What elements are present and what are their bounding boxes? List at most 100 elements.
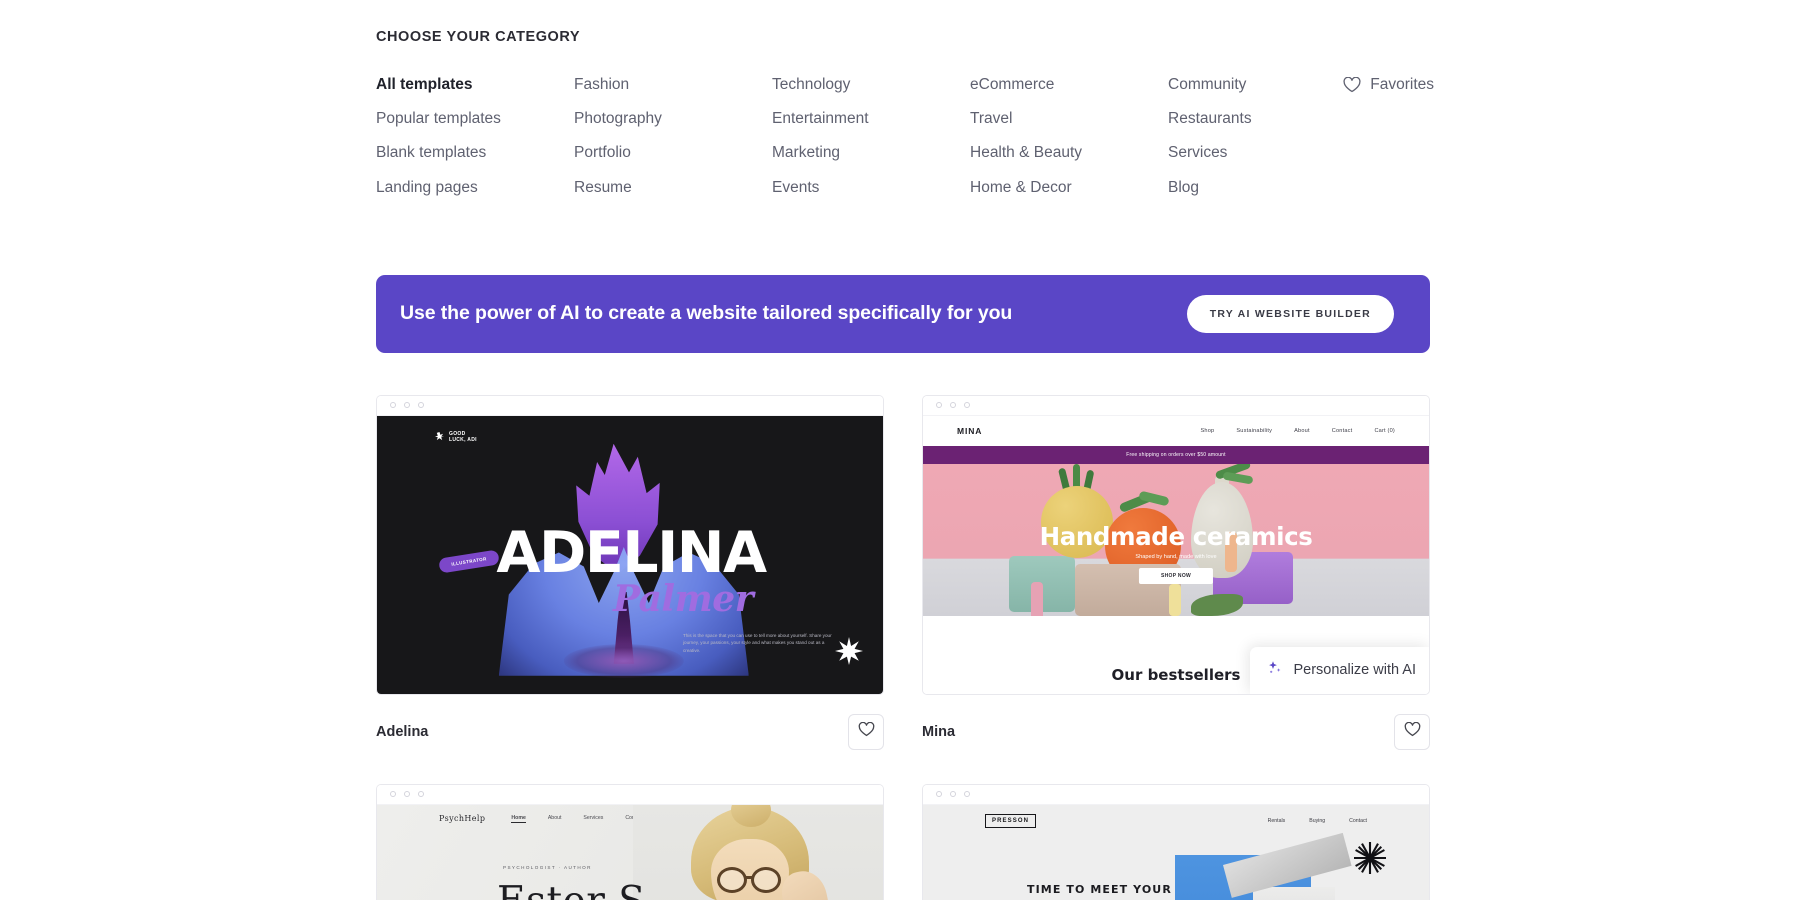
ester-nav-about: About <box>547 814 562 821</box>
adelina-logo-text: GOOD LUCK, ADI <box>449 430 477 443</box>
ester-logo: PsychHelp <box>439 814 486 824</box>
favorite-button-adelina[interactable] <box>848 713 884 750</box>
category-item-blog[interactable]: Blog <box>1168 171 1358 205</box>
template-card-mina[interactable]: MINA Shop Sustainability About Contact C… <box>922 394 1430 695</box>
mina-announcement-text: Free shipping on orders over $50 amount <box>1126 451 1226 458</box>
ester-nav-services: Services <box>583 814 604 821</box>
presson-logo: PRESSON <box>985 813 1037 828</box>
category-filter-grid: All templates Popular templates Blank te… <box>376 68 1434 205</box>
mina-nav-contact: Contact <box>1331 427 1353 434</box>
category-column-3: Technology Entertainment Marketing Event… <box>772 68 970 205</box>
ai-banner-message: Use the power of AI to create a website … <box>400 302 1013 325</box>
browser-chrome-bar <box>923 784 1429 805</box>
cart-icon-label: Cart (0) <box>1374 427 1395 434</box>
glow-shape <box>563 643 684 678</box>
adelina-first-name: ADELINA <box>496 519 767 586</box>
sparkle-icon <box>435 428 444 446</box>
category-column-4: eCommerce Travel Health & Beauty Home & … <box>970 68 1168 205</box>
category-item-services[interactable]: Services <box>1168 136 1358 170</box>
chrome-dot-icon <box>390 402 396 409</box>
category-item-blank-templates[interactable]: Blank templates <box>376 136 574 170</box>
presson-eyebrow: TIME TO MEET YOUR <box>1027 882 1172 896</box>
ester-eyebrow: PSYCHOLOGIST · AUTHOR <box>503 864 592 870</box>
category-item-ecommerce[interactable]: eCommerce <box>970 68 1168 102</box>
category-item-photography[interactable]: Photography <box>574 102 772 136</box>
template-preview-adelina: GOOD LUCK, ADI ILLUSTRATOR ADELINA Palme… <box>377 415 883 694</box>
category-item-fashion[interactable]: Fashion <box>574 68 772 102</box>
ai-website-builder-banner: Use the power of AI to create a website … <box>376 274 1430 353</box>
template-cell-ester: PsychHelp Home About Services Contact <box>376 783 884 900</box>
category-item-marketing[interactable]: Marketing <box>772 136 970 170</box>
category-item-events[interactable]: Events <box>772 171 970 205</box>
chrome-dot-icon <box>950 402 956 409</box>
category-item-resume[interactable]: Resume <box>574 171 772 205</box>
ester-nav-home: Home <box>511 814 526 823</box>
presson-site-nav: PRESSON Rentals Buying Contact <box>923 805 1429 837</box>
category-item-community[interactable]: Community <box>1168 68 1358 102</box>
template-cell-adelina: GOOD LUCK, ADI ILLUSTRATOR ADELINA Palme… <box>376 394 884 750</box>
chrome-dot-icon <box>950 791 956 798</box>
ester-portrait-photo <box>633 804 883 900</box>
heart-icon <box>858 721 875 742</box>
category-column-5: Community Restaurants Services Blog <box>1168 68 1358 205</box>
mina-nav-links: Shop Sustainability About Contact Cart (… <box>1200 428 1395 434</box>
glasses-bridge <box>746 875 753 879</box>
chrome-dot-icon <box>404 791 410 798</box>
chrome-dot-icon <box>404 402 410 409</box>
chrome-dot-icon <box>936 402 942 409</box>
mina-cta-button: SHOP NOW <box>1138 567 1214 584</box>
page-title: CHOOSE YOUR CATEGORY <box>376 29 581 45</box>
template-card-presson[interactable]: PRESSON Rentals Buying Contact TIME TO M… <box>922 783 1430 900</box>
category-item-popular-templates[interactable]: Popular templates <box>376 102 574 136</box>
template-cell-presson: PRESSON Rentals Buying Contact TIME TO M… <box>922 783 1430 900</box>
category-item-entertainment[interactable]: Entertainment <box>772 102 970 136</box>
category-item-landing-pages[interactable]: Landing pages <box>376 171 574 205</box>
heart-icon <box>1404 721 1421 742</box>
favorites-link[interactable]: Favorites <box>1343 68 1434 102</box>
mina-subtext: Shaped by hand, made with love <box>1135 553 1217 560</box>
template-preview-ester: PsychHelp Home About Services Contact <box>377 804 883 900</box>
template-name: Mina <box>922 723 956 740</box>
mina-announcement-bar: Free shipping on orders over $50 amount <box>923 445 1429 464</box>
personalize-with-ai-label: Personalize with AI <box>1293 662 1416 679</box>
heart-icon <box>1343 77 1361 93</box>
mina-logo: MINA <box>957 425 983 436</box>
template-name: Adelina <box>376 723 429 740</box>
favorites-label: Favorites <box>1370 76 1434 94</box>
category-item-all-templates[interactable]: All templates <box>376 68 574 102</box>
mina-site-nav: MINA Shop Sustainability About Contact C… <box>923 415 1429 446</box>
presson-nav-rentals: Rentals <box>1267 817 1286 824</box>
category-column-1: All templates Popular templates Blank te… <box>376 68 574 205</box>
ester-nav-links: Home About Services Contact <box>511 815 643 823</box>
page-content: CHOOSE YOUR CATEGORY All templates Popul… <box>376 0 1434 900</box>
chrome-dot-icon <box>418 402 424 409</box>
presson-nav-buying: Buying <box>1309 817 1326 824</box>
ai-sparkle-icon <box>1267 660 1283 681</box>
category-item-health-and-beauty[interactable]: Health & Beauty <box>970 136 1168 170</box>
template-footer-mina: Mina <box>922 713 1430 750</box>
presson-nav-contact: Contact <box>1349 817 1367 824</box>
category-item-restaurants[interactable]: Restaurants <box>1168 102 1358 136</box>
mina-nav-shop: Shop <box>1200 427 1215 434</box>
adelina-body-text: This is the space that you can use to te… <box>683 632 832 653</box>
chrome-dot-icon <box>964 402 970 409</box>
template-preview-presson: PRESSON Rentals Buying Contact TIME TO M… <box>923 804 1429 900</box>
mina-hero: Handmade ceramics Shaped by hand, made w… <box>923 463 1429 616</box>
chrome-dot-icon <box>936 791 942 798</box>
glasses-lens-right <box>751 866 781 893</box>
category-item-technology[interactable]: Technology <box>772 68 970 102</box>
chrome-dot-icon <box>964 791 970 798</box>
category-column-2: Fashion Photography Portfolio Resume <box>574 68 772 205</box>
glasses-lens-left <box>717 866 747 893</box>
category-item-portfolio[interactable]: Portfolio <box>574 136 772 170</box>
template-card-ester[interactable]: PsychHelp Home About Services Contact <box>376 783 884 900</box>
category-item-home-and-decor[interactable]: Home & Decor <box>970 171 1168 205</box>
template-card-adelina[interactable]: GOOD LUCK, ADI ILLUSTRATOR ADELINA Palme… <box>376 394 884 695</box>
personalize-with-ai-button[interactable]: Personalize with AI <box>1250 646 1429 694</box>
try-ai-website-builder-button[interactable]: TRY AI WEBSITE BUILDER <box>1186 294 1394 333</box>
browser-chrome-bar <box>923 395 1429 416</box>
ceramic-stick-yellow <box>1169 583 1181 616</box>
chrome-dot-icon <box>390 791 396 798</box>
category-item-travel[interactable]: Travel <box>970 102 1168 136</box>
favorite-button-mina[interactable] <box>1394 713 1430 750</box>
